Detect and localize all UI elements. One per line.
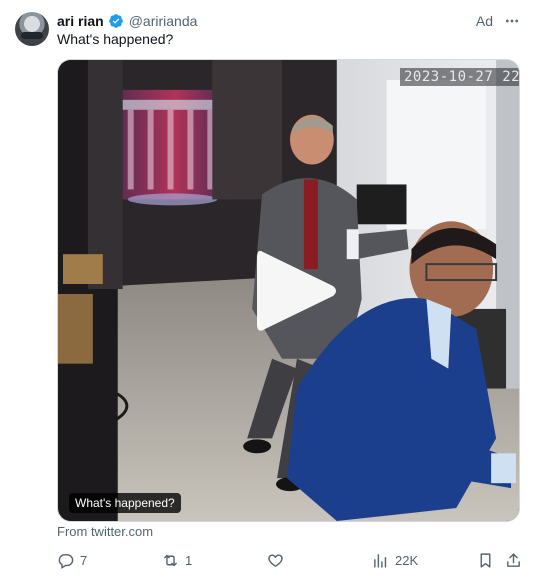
reply-button[interactable]: 7: [57, 548, 87, 572]
promoted-tweet[interactable]: ari rian @aririanda Ad What's happened?: [0, 0, 535, 580]
share-button[interactable]: [505, 548, 522, 572]
author-handle[interactable]: @aririanda: [129, 13, 198, 29]
video-player[interactable]: 2023-10-27 22: What's happened?: [57, 59, 520, 522]
video-caption: What's happened?: [69, 493, 181, 513]
views-chart-icon: [374, 553, 387, 568]
views-button[interactable]: 22K: [372, 548, 418, 572]
video-timestamp-overlay: 2023-10-27 22:: [400, 68, 519, 86]
author-name[interactable]: ari rian: [57, 13, 104, 29]
reply-icon: [58, 553, 74, 569]
bookmark-button[interactable]: [477, 548, 494, 572]
tweet-actions: 7 1 22K: [57, 548, 523, 572]
like-button[interactable]: [267, 548, 290, 572]
source-link[interactable]: From twitter.com: [57, 524, 153, 539]
bookmark-icon: [480, 552, 491, 568]
repost-button[interactable]: 1: [162, 548, 192, 572]
views-count: 22K: [395, 552, 419, 568]
heart-icon: [268, 553, 283, 567]
share-icon: [507, 552, 520, 567]
avatar[interactable]: [15, 12, 49, 46]
verified-badge-icon: [108, 13, 124, 29]
reply-count: 7: [80, 552, 88, 568]
tweet-header: ari rian @aririanda Ad: [57, 11, 521, 31]
more-dots-icon[interactable]: [503, 12, 521, 30]
repost-icon: [164, 554, 177, 566]
tweet-text: What's happened?: [57, 31, 174, 47]
repost-count: 1: [185, 552, 193, 568]
play-icon[interactable]: [257, 248, 337, 334]
ad-label: Ad: [475, 13, 493, 29]
